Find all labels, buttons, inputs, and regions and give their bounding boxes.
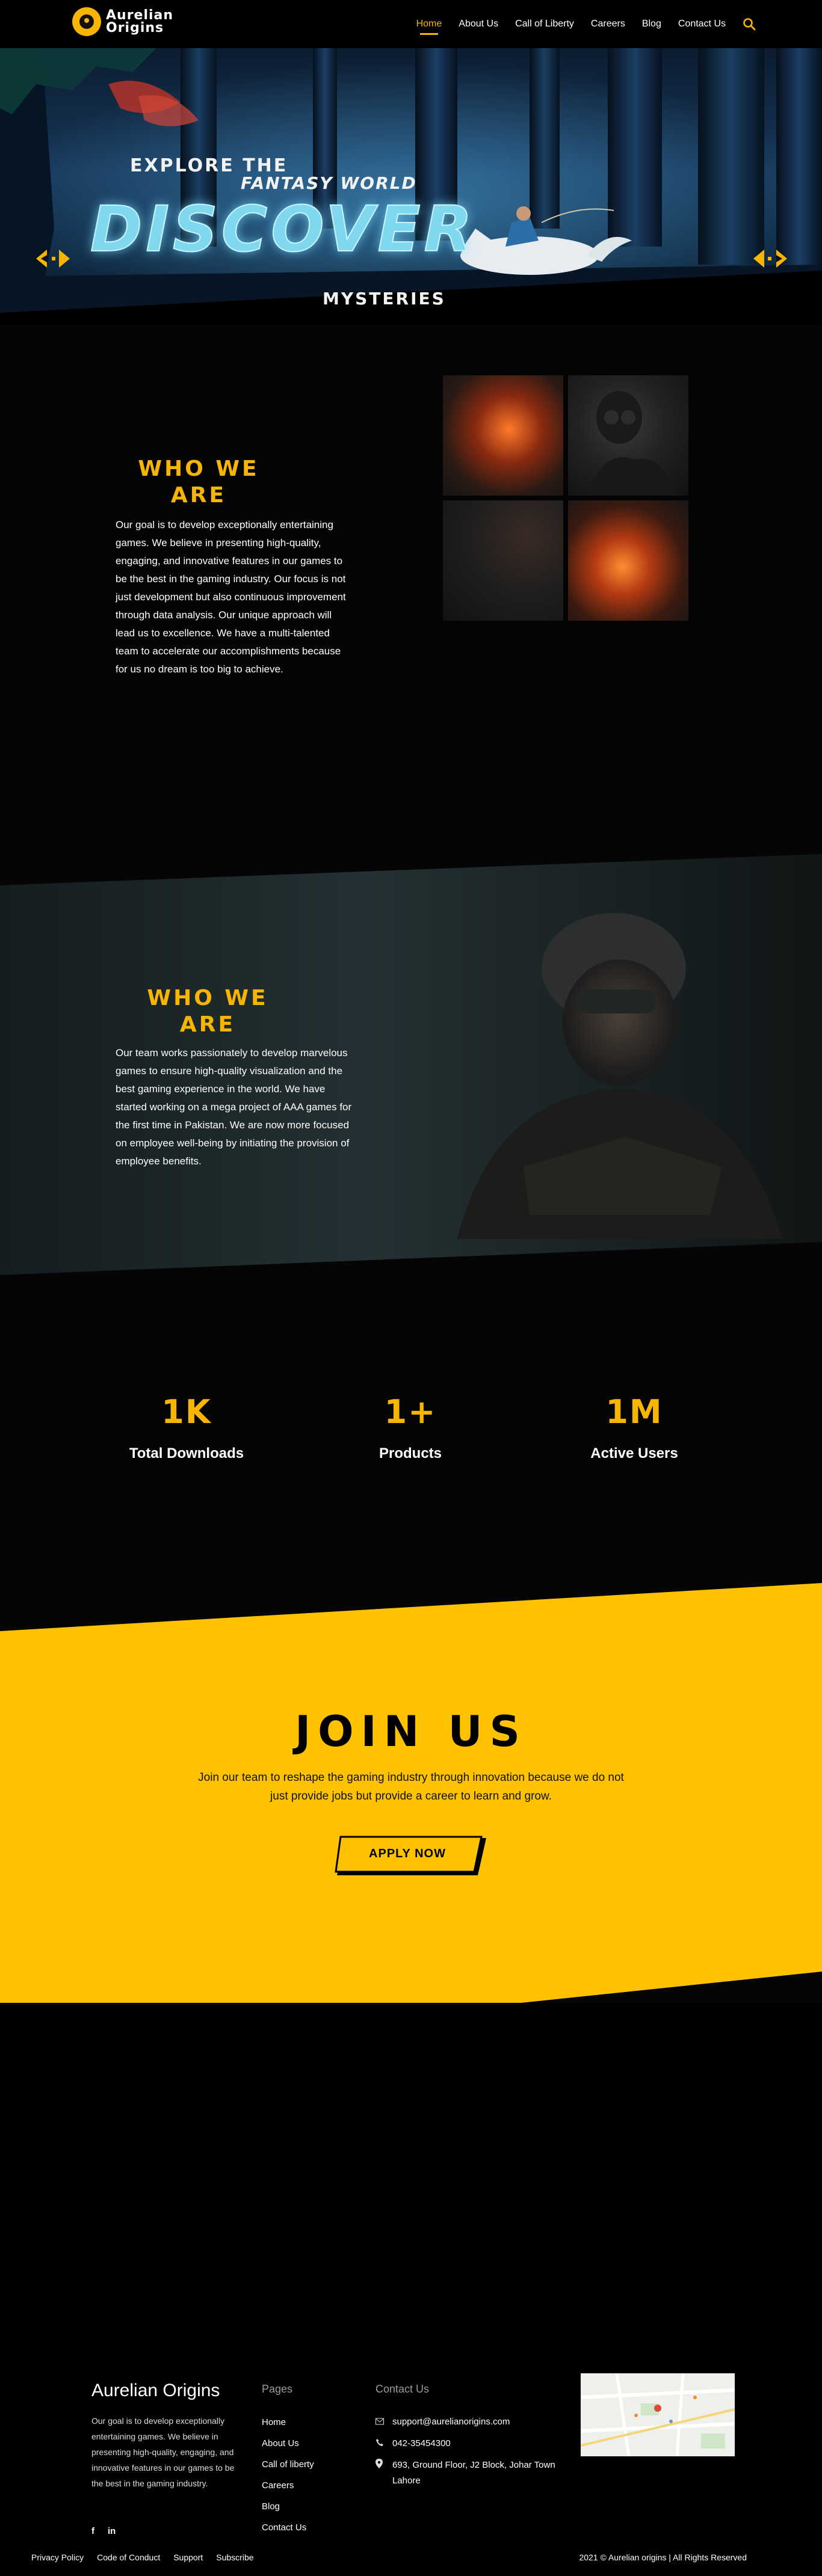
copyright-text: 2021 © Aurelian origins | All Rights Res…: [579, 2553, 747, 2562]
mosaic-tile-smoke: [443, 500, 563, 621]
location-map[interactable]: [581, 2373, 735, 2456]
slider-next-arrow-icon[interactable]: [746, 247, 788, 271]
top-navigation: Aurelian Origins Home About Us Call of L…: [0, 0, 822, 48]
slider-prev-arrow-icon[interactable]: [35, 247, 77, 271]
brand-logo[interactable]: Aurelian Origins: [72, 7, 173, 36]
privacy-policy-link[interactable]: Privacy Policy: [31, 2553, 84, 2562]
support-link[interactable]: Support: [173, 2553, 203, 2562]
footer-phone-row[interactable]: 042-35454300: [375, 2436, 568, 2452]
game-art-mosaic: [443, 375, 690, 622]
footer-bottom-links: Privacy Policy Code of Conduct Support S…: [31, 2553, 254, 2562]
hero-fantasy-text: FANTASY WORLD: [241, 173, 417, 193]
stat-value: 1M: [605, 1393, 663, 1431]
brand-line-1: Aurelian: [106, 8, 174, 23]
footer-link-about-us[interactable]: About Us: [262, 2433, 314, 2454]
footer-link-home[interactable]: Home: [262, 2412, 314, 2433]
nav-home[interactable]: Home: [416, 19, 442, 35]
footer-link-blog[interactable]: Blog: [262, 2496, 314, 2517]
nav-about-us[interactable]: About Us: [459, 19, 498, 29]
stat-label: Products: [379, 1445, 442, 1462]
team-heading-line-2: ARE: [179, 1012, 236, 1037]
nav-careers[interactable]: Careers: [591, 19, 625, 29]
hero-mysteries-text: MYSTERIES: [323, 289, 446, 309]
join-us-heading: JOIN US: [295, 1707, 527, 1756]
brand-logo-text: Aurelian Origins: [106, 8, 174, 35]
footer-social-links: f in: [91, 2526, 116, 2536]
linkedin-icon[interactable]: in: [108, 2526, 116, 2536]
footer-link-call-of-liberty[interactable]: Call of liberty: [262, 2454, 314, 2475]
footer-email[interactable]: support@aurelianorigins.com: [392, 2414, 510, 2430]
footer-brand: Aurelian Origins: [91, 2381, 220, 2400]
team-heading-line-1: WHO WE: [147, 986, 268, 1010]
footer-link-careers[interactable]: Careers: [262, 2475, 314, 2496]
envelope-icon: [375, 2414, 385, 2430]
map-tiles: [581, 2373, 735, 2456]
map-pin-icon: [375, 2458, 385, 2489]
footer-pages-title: Pages: [262, 2383, 293, 2395]
footer-address: 693, Ground Floor, J2 Block, Johar Town …: [392, 2460, 555, 2486]
footer-email-row[interactable]: support@aurelianorigins.com: [375, 2414, 568, 2430]
stat-label: Total Downloads: [129, 1445, 244, 1462]
footer-link-contact-us[interactable]: Contact Us: [262, 2517, 314, 2538]
brand-line-2: Origins: [106, 20, 164, 35]
stat-value: 1+: [384, 1393, 437, 1431]
code-of-conduct-link[interactable]: Code of Conduct: [97, 2553, 160, 2562]
heading-line-2: ARE: [170, 483, 227, 508]
brand-logo-icon: [72, 7, 101, 36]
stat-total-downloads: 1K Total Downloads: [96, 1393, 277, 1462]
footer-address-row: 693, Ground Floor, J2 Block, Johar Town …: [375, 2458, 568, 2489]
nav-call-of-liberty[interactable]: Call of Liberty: [515, 19, 574, 29]
team-paragraph: Our team works passionately to develop m…: [116, 1047, 352, 1167]
stat-value: 1K: [161, 1393, 212, 1431]
apply-now-button[interactable]: APPLY NOW: [335, 1836, 489, 1877]
phone-icon: [375, 2436, 385, 2452]
stat-label: Active Users: [590, 1445, 678, 1462]
footer-about-text: Our goal is to develop exceptionally ent…: [91, 2416, 235, 2488]
who-we-are-heading: WHO WE ARE: [108, 456, 289, 509]
join-us-text: Join our team to reshape the gaming indu…: [198, 1771, 624, 1803]
stat-products: 1+ Products: [320, 1393, 501, 1462]
apply-now-label: APPLY NOW: [369, 1846, 446, 1860]
main-menu: Home About Us Call of Liberty Careers Bl…: [416, 0, 756, 48]
nav-contact-us[interactable]: Contact Us: [678, 19, 726, 29]
mosaic-tile-soldier: [568, 375, 688, 496]
mosaic-tile-fire: [443, 375, 563, 496]
hero-discover-heading: DISCOVER: [90, 192, 476, 266]
search-icon[interactable]: [743, 17, 756, 31]
heading-line-1: WHO WE: [138, 456, 259, 481]
stat-active-users: 1M Active Users: [544, 1393, 725, 1462]
footer-contact-list: support@aurelianorigins.com 042-35454300…: [375, 2414, 568, 2495]
nav-blog[interactable]: Blog: [642, 19, 661, 29]
hero-banner: EXPLORE THE FANTASY WORLD DISCOVER MYSTE…: [0, 48, 822, 325]
footer-contact-title: Contact Us: [375, 2383, 430, 2395]
footer-pages-list: Home About Us Call of liberty Careers Bl…: [262, 2412, 314, 2538]
team-heading: WHO WE ARE: [117, 985, 298, 1038]
who-we-are-paragraph: Our goal is to develop exceptionally ent…: [116, 519, 346, 675]
footer-phone[interactable]: 042-35454300: [392, 2436, 451, 2452]
subscribe-link[interactable]: Subscribe: [216, 2553, 253, 2562]
facebook-icon[interactable]: f: [91, 2526, 94, 2536]
mosaic-tile-explosion: [568, 500, 688, 621]
